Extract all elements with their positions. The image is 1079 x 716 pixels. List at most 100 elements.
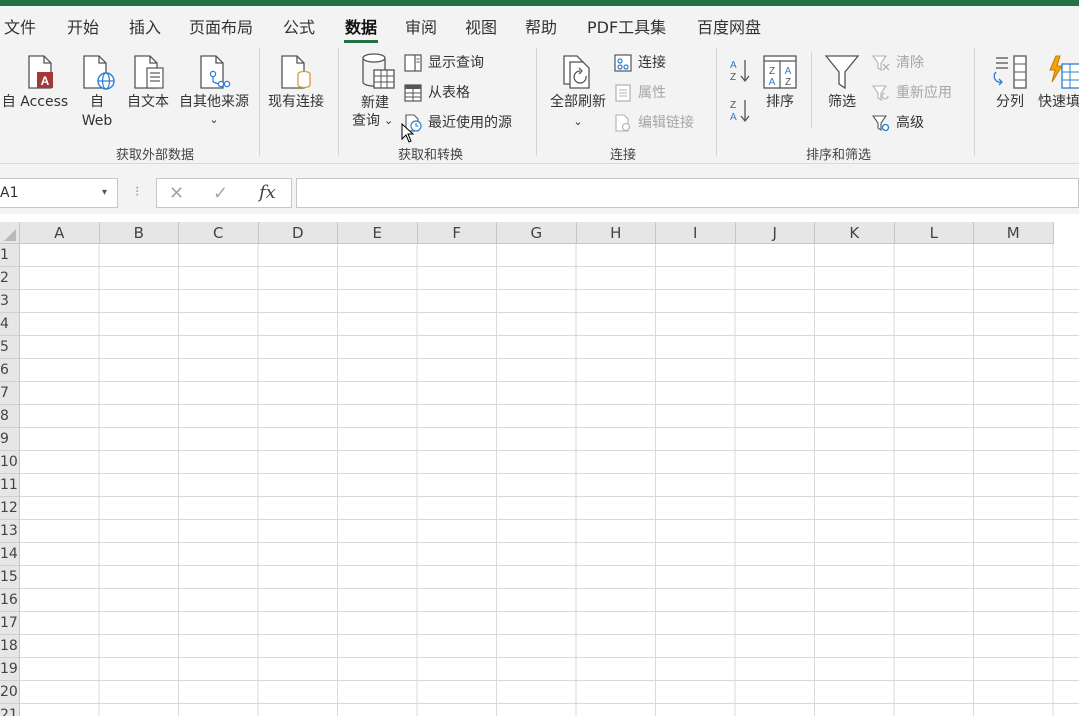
- chevron-down-icon: ⌄: [209, 113, 219, 126]
- row-header[interactable]: 3: [0, 290, 20, 313]
- ribbon-tab-bar: 文件 开始 插入 页面布局 公式 数据 审阅 视图 帮助 PDF工具集 百度网盘: [0, 6, 1079, 44]
- table-icon: [404, 84, 422, 102]
- column-header[interactable]: K: [815, 222, 895, 244]
- reapply-filter-label: 重新应用: [896, 85, 952, 101]
- enter-check-icon[interactable]: ✓: [213, 183, 228, 204]
- tab-data[interactable]: 数据: [345, 14, 377, 38]
- active-tab-indicator: [344, 40, 378, 43]
- ribbon: A 自 Access 自 Web 自文本 自其他来源 ⌄ 现有连接 获取外部数据…: [0, 44, 1079, 164]
- other-sources-icon: [200, 55, 231, 89]
- flash-fill-icon: [1049, 55, 1079, 89]
- edit-links-icon: [615, 114, 631, 132]
- group-separator: [536, 48, 537, 156]
- row-header[interactable]: 11: [0, 474, 20, 497]
- column-header[interactable]: D: [258, 222, 338, 244]
- column-header[interactable]: L: [894, 222, 974, 244]
- sort-icon: Z A A Z: [763, 55, 797, 89]
- row-header[interactable]: 16: [0, 589, 20, 612]
- tab-home[interactable]: 开始: [67, 14, 99, 38]
- row-header[interactable]: 8: [0, 405, 20, 428]
- column-header[interactable]: F: [417, 222, 497, 244]
- column-header[interactable]: C: [179, 222, 259, 244]
- row-header[interactable]: 13: [0, 520, 20, 543]
- column-header[interactable]: A: [20, 222, 100, 244]
- cancel-icon[interactable]: ✕: [169, 183, 184, 204]
- svg-text:A: A: [785, 66, 792, 77]
- tab-pdf-tools[interactable]: PDF工具集: [587, 14, 666, 38]
- select-all-corner[interactable]: [0, 222, 20, 244]
- row-header[interactable]: 9: [0, 428, 20, 451]
- name-box[interactable]: A1 ▾: [0, 178, 118, 208]
- insert-function-icon[interactable]: fx: [259, 182, 276, 203]
- web-globe-icon: [83, 55, 115, 90]
- tab-file[interactable]: 文件: [4, 14, 36, 38]
- text-to-columns-icon: [993, 55, 1027, 89]
- tab-help[interactable]: 帮助: [525, 14, 557, 38]
- from-table-label: 从表格: [428, 85, 470, 101]
- row-header[interactable]: 15: [0, 566, 20, 589]
- group-separator: [716, 48, 717, 156]
- new-query-label-2: 查询: [352, 113, 380, 129]
- svg-text:A: A: [41, 74, 50, 88]
- sort-descending-button[interactable]: Z A: [728, 96, 752, 126]
- svg-text:Z: Z: [730, 100, 736, 111]
- sort-z-to-a-icon: Z A: [730, 100, 750, 123]
- edit-links-label: 编辑链接: [638, 115, 694, 131]
- row-header[interactable]: 1: [0, 244, 20, 267]
- tab-review[interactable]: 审阅: [405, 14, 437, 38]
- tab-page-layout[interactable]: 页面布局: [189, 14, 253, 38]
- group-separator: [974, 48, 975, 156]
- from-text-label: 自文本: [127, 94, 169, 110]
- connections-label: 连接: [638, 55, 666, 71]
- group-label-connections: 连接: [610, 148, 637, 163]
- svg-text:Z: Z: [730, 72, 736, 83]
- formula-bar-grip-icon[interactable]: ⁝: [135, 184, 139, 200]
- refresh-all-icon: [563, 55, 590, 89]
- row-header[interactable]: 14: [0, 543, 20, 566]
- show-queries-icon: [404, 54, 422, 72]
- row-header[interactable]: 18: [0, 635, 20, 658]
- row-header[interactable]: 5: [0, 336, 20, 359]
- column-header[interactable]: E: [338, 222, 418, 244]
- row-header[interactable]: 10: [0, 451, 20, 474]
- cell-area[interactable]: [20, 244, 1079, 716]
- column-header[interactable]: M: [974, 222, 1054, 244]
- chevron-down-icon: ⌄: [573, 115, 583, 128]
- from-web-label-1: 自: [90, 94, 104, 110]
- formula-input[interactable]: [296, 178, 1079, 208]
- advanced-filter-label: 高级: [896, 115, 924, 131]
- row-header[interactable]: 21: [0, 704, 20, 716]
- row-header[interactable]: 17: [0, 612, 20, 635]
- column-header[interactable]: B: [99, 222, 179, 244]
- properties-label: 属性: [638, 85, 666, 101]
- column-header[interactable]: G: [497, 222, 577, 244]
- column-header[interactable]: H: [576, 222, 656, 244]
- row-header[interactable]: 20: [0, 681, 20, 704]
- clear-filter-label: 清除: [896, 55, 924, 71]
- svg-text:Z: Z: [785, 77, 791, 88]
- row-header[interactable]: 7: [0, 382, 20, 405]
- svg-text:A: A: [769, 77, 776, 88]
- from-web-label-2: Web: [81, 113, 113, 129]
- tab-view[interactable]: 视图: [465, 14, 497, 38]
- column-header[interactable]: I: [656, 222, 736, 244]
- formula-buttons: ✕ ✓ fx: [156, 178, 292, 208]
- row-header[interactable]: 2: [0, 267, 20, 290]
- access-file-icon: A: [28, 55, 53, 89]
- existing-connections-icon: [281, 55, 311, 89]
- sort-ascending-button[interactable]: A Z: [728, 56, 752, 86]
- column-header[interactable]: J: [735, 222, 815, 244]
- flash-fill-label: 快速填: [1038, 94, 1079, 110]
- tab-formulas[interactable]: 公式: [283, 14, 315, 38]
- row-header[interactable]: 4: [0, 313, 20, 336]
- tab-insert[interactable]: 插入: [129, 14, 161, 38]
- advanced-filter-icon: [872, 115, 890, 132]
- select-all-triangle-icon: [4, 229, 16, 241]
- connections-icon: [614, 54, 632, 72]
- tab-baidu-netdisk[interactable]: 百度网盘: [697, 14, 761, 38]
- group-separator: [338, 48, 339, 156]
- row-header[interactable]: 12: [0, 497, 20, 520]
- row-header[interactable]: 6: [0, 359, 20, 382]
- row-header[interactable]: 19: [0, 658, 20, 681]
- name-box-dropdown-icon[interactable]: ▾: [102, 179, 107, 207]
